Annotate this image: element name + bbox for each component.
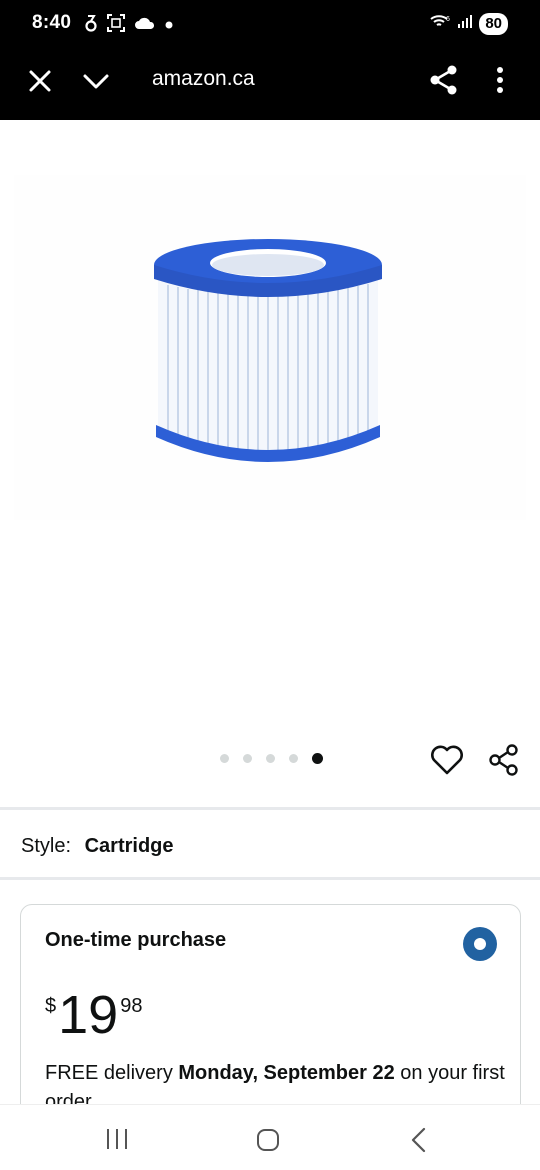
recent-apps-icon[interactable]: [104, 1127, 130, 1151]
nfc-icon: [84, 13, 98, 38]
delivery-date: Monday, September 22: [178, 1062, 395, 1084]
home-icon[interactable]: [255, 1127, 281, 1153]
pagination-dot[interactable]: [220, 754, 229, 763]
pagination-dot[interactable]: [243, 754, 252, 763]
style-selector[interactable]: Style: Cartridge: [21, 835, 174, 858]
screenshot-icon: [106, 13, 126, 38]
share-icon[interactable]: [428, 64, 460, 96]
price-whole: 19: [58, 985, 119, 1045]
one-time-purchase-card[interactable]: One-time purchase $ 19 98 FREE delivery …: [20, 904, 521, 1124]
share-icon[interactable]: [487, 743, 521, 777]
pagination-dot[interactable]: [266, 754, 275, 763]
svg-text:6: 6: [446, 16, 450, 23]
status-icons-right: 6 80: [429, 12, 508, 35]
price: $ 19 98: [45, 987, 142, 1043]
back-icon[interactable]: [408, 1127, 430, 1153]
url-text[interactable]: amazon.ca: [152, 67, 255, 91]
purchase-radio-button[interactable]: [463, 927, 497, 961]
signal-icon: [457, 13, 473, 34]
close-icon[interactable]: [26, 67, 54, 95]
style-label: Style:: [21, 835, 72, 857]
divider: [0, 877, 540, 880]
dot-icon: [164, 17, 174, 35]
battery-icon: 80: [479, 12, 508, 35]
system-nav-bar: [0, 1104, 540, 1170]
divider: [0, 807, 540, 810]
delivery-prefix: FREE delivery: [45, 1062, 179, 1084]
heart-icon[interactable]: [430, 744, 464, 776]
cloud-icon: [134, 15, 156, 36]
browser-toolbar: amazon.ca: [0, 50, 540, 120]
price-symbol: $: [45, 995, 57, 1017]
chevron-down-icon[interactable]: [82, 67, 110, 95]
purchase-option-title: One-time purchase: [45, 929, 227, 951]
product-image[interactable]: [14, 175, 526, 520]
wifi-icon: 6: [429, 12, 451, 35]
status-icons-left: [84, 13, 174, 38]
more-vert-icon[interactable]: [490, 64, 510, 96]
style-value: Cartridge: [84, 835, 174, 857]
price-fraction: 98: [120, 995, 143, 1017]
pagination-dot-active[interactable]: [312, 753, 323, 764]
status-bar: 8:40 6 80: [0, 0, 540, 50]
status-time: 8:40: [32, 12, 72, 33]
pagination-dot[interactable]: [289, 754, 298, 763]
image-pagination: [220, 753, 323, 764]
